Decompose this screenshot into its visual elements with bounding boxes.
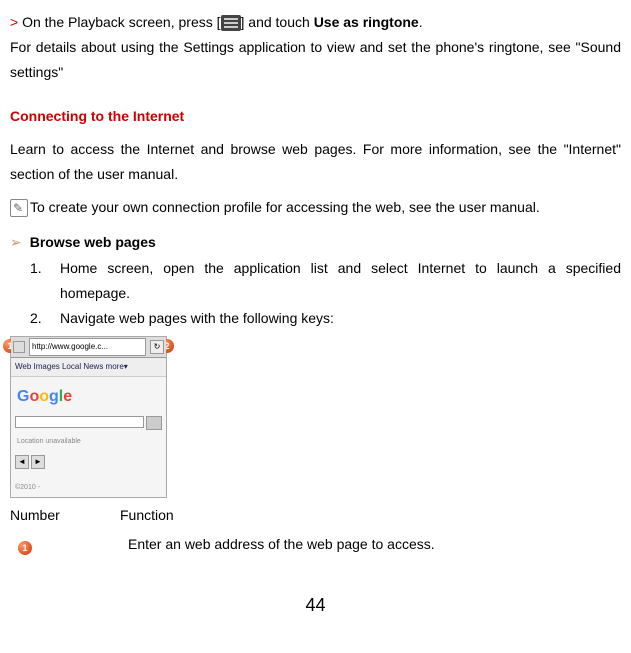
menu-icon: [221, 15, 241, 31]
column-header-function: Function: [120, 503, 621, 528]
copyright-text: ©2010 -: [15, 482, 40, 495]
table-cell-function: Enter an web address of the web page to …: [128, 532, 621, 559]
section-heading-internet: Connecting to the Internet: [10, 104, 621, 129]
text-segment: ] and touch: [241, 14, 314, 30]
triangle-bullet-icon: ➢: [10, 234, 22, 250]
bold-text: Use as ringtone: [314, 14, 419, 30]
forward-arrow-icon: ►: [31, 455, 45, 469]
callout-badge-1-small: 1: [18, 541, 32, 555]
location-unavailable-text: Location unavailable: [11, 432, 166, 453]
playback-instruction: > On the Playback screen, press [ ] and t…: [10, 10, 621, 35]
step-text: Home screen, open the application list a…: [60, 256, 621, 306]
note-text: To create your own connection profile fo…: [30, 199, 540, 215]
search-input-mock: [15, 416, 144, 428]
connection-profile-note: To create your own connection profile fo…: [10, 195, 621, 220]
text-segment: On the Playback screen, press [: [22, 14, 220, 30]
chevron-marker: >: [10, 14, 22, 30]
browse-heading-row: ➢ Browse web pages: [10, 230, 621, 255]
url-field: http://www.google.c...: [29, 338, 146, 356]
step-number: 2.: [30, 306, 60, 331]
favicon-icon: [13, 341, 25, 353]
step-2: 2. Navigate web pages with the following…: [30, 306, 621, 331]
search-button-mock: [146, 416, 162, 430]
google-logo: Google: [11, 377, 166, 414]
table-header-row: Number Function: [10, 503, 621, 528]
back-arrow-icon: ◄: [15, 455, 29, 469]
note-icon: [10, 199, 28, 217]
step-text: Navigate web pages with the following ke…: [60, 306, 334, 331]
table-cell-badge: 1: [10, 532, 128, 559]
text-segment: .: [419, 14, 423, 30]
sound-settings-note: For details about using the Settings app…: [10, 35, 621, 85]
page-number: 44: [10, 589, 621, 621]
column-header-number: Number: [10, 503, 120, 528]
step-number: 1.: [30, 256, 60, 306]
browser-nav-tabs: Web Images Local News more▾: [11, 358, 166, 377]
step-1: 1. Home screen, open the application lis…: [30, 256, 621, 306]
nav-arrows: ◄ ►: [11, 453, 166, 471]
refresh-icon: ↻: [150, 340, 164, 354]
browser-screenshot: 1 2 http://www.google.c... ↻ Web Images …: [10, 336, 167, 498]
browse-subheading: Browse web pages: [30, 234, 156, 250]
internet-intro-paragraph: Learn to access the Internet and browse …: [10, 137, 621, 187]
search-bar: [15, 416, 162, 430]
browser-address-bar: http://www.google.c... ↻: [11, 337, 166, 358]
table-row: 1 Enter an web address of the web page t…: [10, 532, 621, 559]
